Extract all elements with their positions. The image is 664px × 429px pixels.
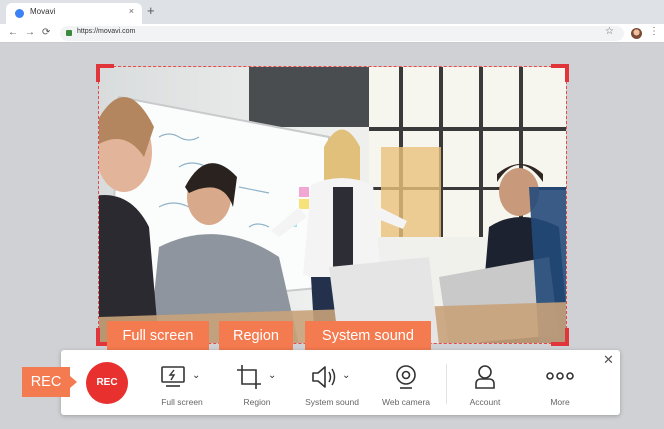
reload-icon[interactable]: ⟳: [42, 26, 50, 40]
capture-region[interactable]: [98, 66, 567, 344]
chevron-down-icon[interactable]: ⌄: [342, 370, 350, 381]
system-sound-callout: System sound: [305, 321, 431, 357]
full-screen-icon: [161, 366, 185, 387]
browser-menu-icon[interactable]: ⋮: [649, 25, 659, 39]
bookmark-star-icon[interactable]: ☆: [605, 26, 614, 37]
meeting-photo: [99, 67, 566, 343]
address-bar[interactable]: https://movavi.com ☆: [60, 26, 624, 41]
full-screen-button[interactable]: [160, 364, 186, 395]
tab-close-icon[interactable]: ×: [129, 6, 134, 16]
browser-toolbar: ← → ⟳ https://movavi.com ☆: [0, 24, 664, 43]
web-camera-button[interactable]: [394, 364, 418, 395]
region-corner-handle[interactable]: [551, 328, 569, 346]
region-icon: [237, 365, 261, 389]
account-button[interactable]: [474, 364, 496, 395]
account-label: Account: [469, 397, 501, 407]
browser-tab-bar: Movavi × +: [0, 0, 664, 24]
more-icon: [546, 372, 574, 380]
favicon-icon: [15, 9, 24, 18]
region-corner-handle[interactable]: [96, 64, 114, 82]
rec-callout: REC: [22, 367, 77, 397]
account-icon: [475, 365, 495, 389]
region-button[interactable]: [236, 364, 262, 395]
region-label: Region: [243, 397, 271, 407]
chevron-down-icon[interactable]: ⌄: [268, 370, 276, 381]
region-callout: Region: [219, 321, 293, 357]
new-tab-button[interactable]: +: [147, 4, 155, 18]
forward-icon[interactable]: →: [25, 26, 35, 40]
full-screen-callout: Full screen: [107, 321, 209, 357]
profile-avatar[interactable]: [631, 28, 642, 39]
more-label: More: [550, 397, 570, 407]
close-icon[interactable]: ✕: [603, 353, 614, 366]
full-screen-label: Full screen: [161, 397, 203, 407]
region-corner-handle[interactable]: [551, 64, 569, 82]
divider: [446, 364, 447, 404]
more-button[interactable]: [545, 364, 575, 395]
system-sound-label: System sound: [305, 397, 359, 407]
web-camera-label: Web camera: [381, 397, 431, 407]
webcam-icon: [396, 365, 416, 389]
system-sound-button[interactable]: [310, 364, 338, 395]
speaker-icon: [312, 366, 336, 388]
back-icon[interactable]: ←: [8, 26, 18, 40]
browser-tab[interactable]: Movavi ×: [6, 3, 142, 24]
lock-icon: [66, 30, 72, 36]
tab-title: Movavi: [30, 7, 56, 16]
record-button[interactable]: REC: [86, 362, 128, 404]
chevron-down-icon[interactable]: ⌄: [192, 370, 200, 381]
url-text: https://movavi.com: [77, 28, 136, 35]
